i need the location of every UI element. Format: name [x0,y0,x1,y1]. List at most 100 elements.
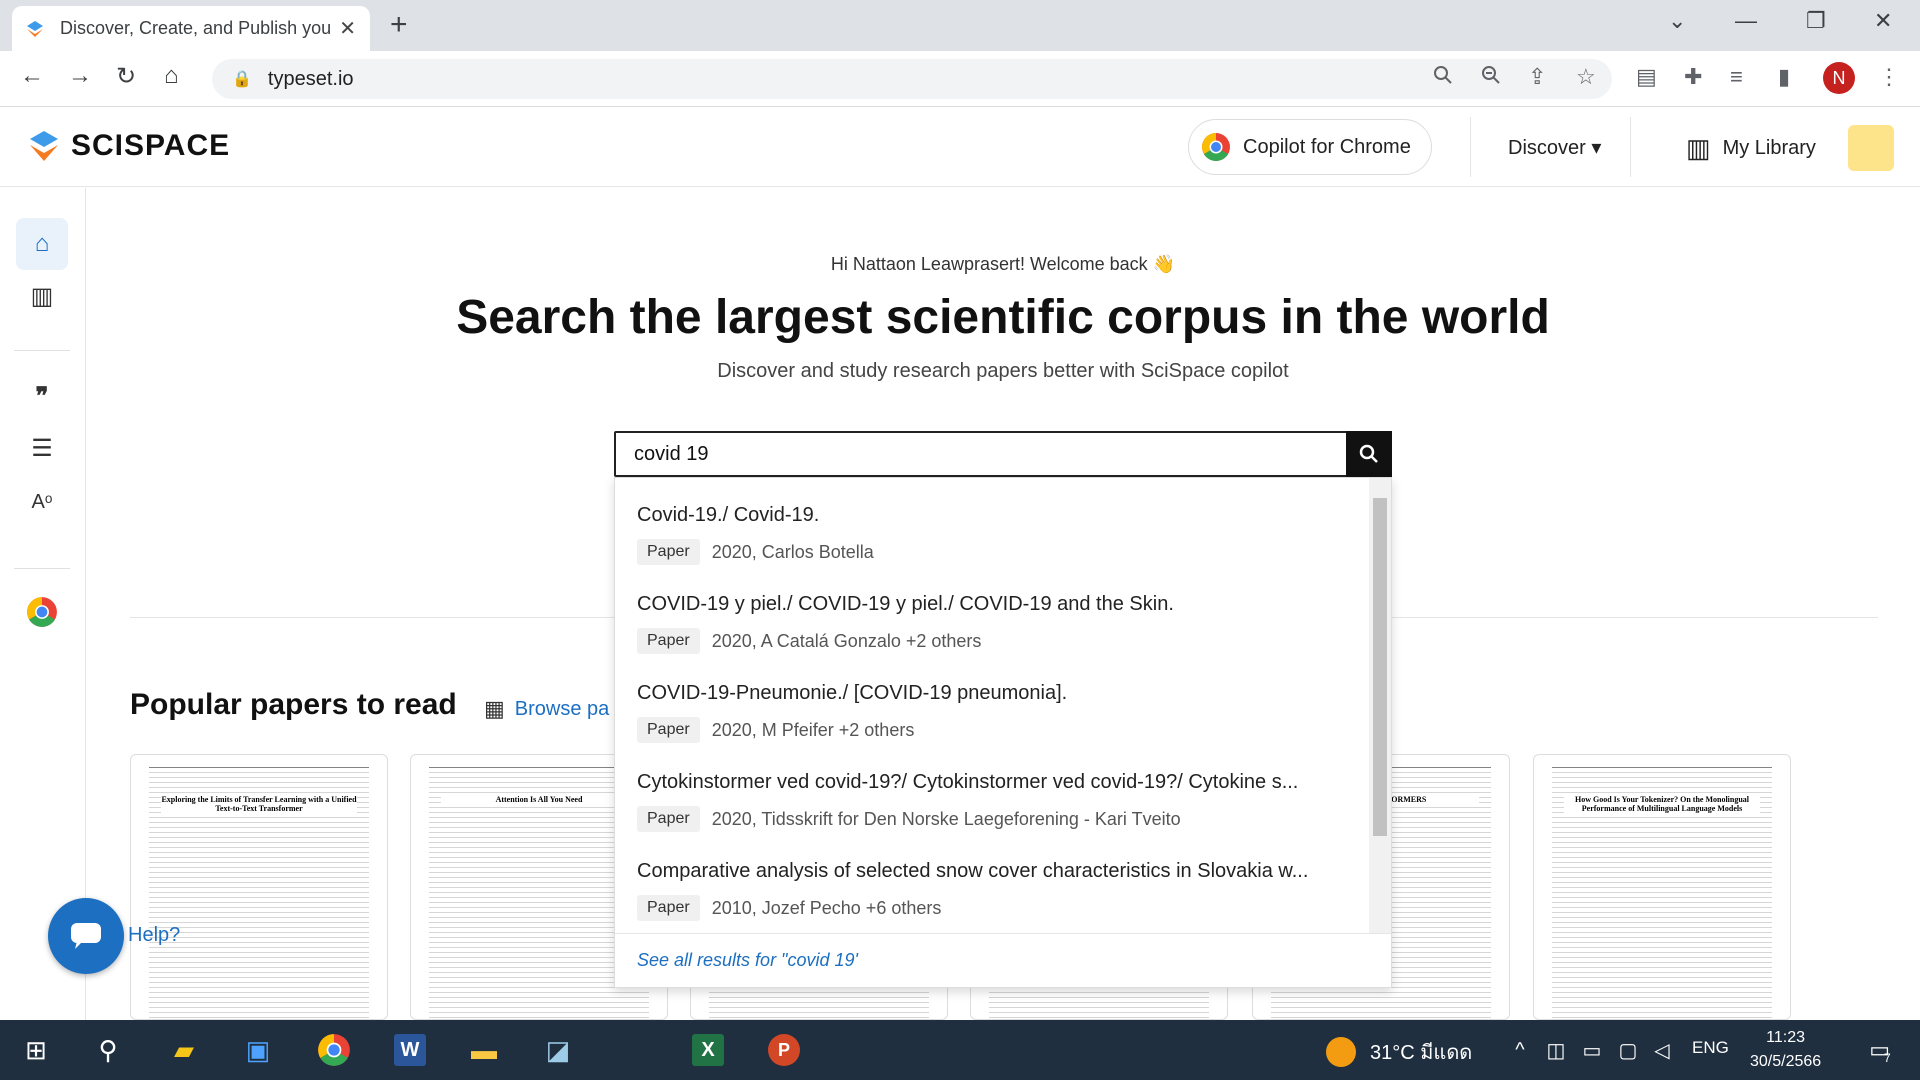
type-badge: Paper [637,806,700,832]
search-box [614,431,1392,477]
sidebar-divider [14,568,70,569]
suggestion-item[interactable]: Cytokinstormer ved covid-19?/ Cytokinsto… [637,771,1357,832]
profile-avatar[interactable]: N [1823,62,1855,94]
bookmark-star-icon[interactable]: ☆ [1576,64,1596,90]
popular-papers-heading: Popular papers to read [130,688,457,721]
suggestion-meta: 2010, Jozef Pecho +6 others [711,897,942,918]
address-bar[interactable]: 🔒 typeset.io [212,59,1612,99]
chat-bubble-icon [71,923,101,949]
suggestion-title: COVID-19-Pneumonie./ [COVID-19 pneumonia… [637,682,1068,704]
suggestion-meta: 2020, A Catalá Gonzalo +2 others [711,630,982,651]
file-explorer-icon[interactable]: ▬ [462,1028,506,1072]
header-divider [1470,117,1471,177]
browse-papers-link[interactable]: ▦ Browse pa [484,696,609,722]
welcome-message: Hi Nattaon Leawprasert! Welcome back 👋 [830,254,1176,274]
new-tab-icon[interactable]: + [390,8,408,42]
copilot-label: Copilot for Chrome [1243,135,1411,158]
my-library-label: My Library [1722,137,1816,159]
suggestion-item[interactable]: Comparative analysis of selected snow co… [637,860,1357,921]
suggestion-title: Cytokinstormer ved covid-19?/ Cytokinsto… [637,771,1299,793]
windows-start-icon[interactable]: ⊞ [14,1028,58,1072]
search-input[interactable] [616,433,1348,475]
clock-date: 30/5/2566 [1750,1053,1822,1070]
folder-icon[interactable] [1848,125,1894,171]
chrome-taskbar-icon[interactable] [312,1028,356,1072]
discover-dropdown[interactable]: Discover ▾ [1508,135,1601,160]
browser-tab-bar: Discover, Create, and Publish your ✕ + ⌄… [0,0,1920,51]
extensions-icon[interactable]: ✚ [1684,64,1702,90]
see-all-results-link[interactable]: See all results for "covid 19' [637,950,858,971]
app-icon[interactable]: ◪ [536,1028,580,1072]
suggestion-item[interactable]: Covid-19./ Covid-19. Paper 2020, Carlos B… [637,504,1357,565]
sidebar-divider [14,350,70,351]
suggestion-meta: 2020, M Pfeifer +2 others [711,719,915,740]
copilot-for-chrome-button[interactable]: Copilot for Chrome [1188,119,1432,175]
scispace-logo[interactable]: SCISPACE [27,129,230,163]
sun-icon [1326,1037,1356,1067]
search-icon[interactable]: ⚲ [86,1028,130,1072]
notification-count: 7 [1884,1051,1891,1065]
calendar-icon: ▦ [484,696,505,721]
language-indicator[interactable]: ENG [1692,1038,1729,1058]
sticky-notes-icon[interactable]: ▰ [162,1028,206,1072]
suggestion-item[interactable]: COVID-19 y piel./ COVID-19 y piel./ COVI… [637,593,1357,654]
dropdown-scrollbar[interactable] [1369,478,1391,933]
page-headline: Search the largest scientific corpus in … [456,291,1550,344]
close-tab-icon[interactable]: ✕ [339,16,356,41]
volume-icon[interactable]: ◁ [1640,1028,1684,1072]
close-window-icon[interactable]: ✕ [1874,8,1892,34]
scispace-logo-icon [30,131,58,161]
media-icon[interactable]: ≡ [1730,64,1743,90]
excel-icon[interactable]: X [686,1028,730,1072]
paper-card[interactable]: How Good Is Your Tokenizer? On the Monol… [1533,754,1791,1020]
menu-kebab-icon[interactable]: ⋮ [1878,64,1900,90]
suggestion-item[interactable]: COVID-19-Pneumonie./ [COVID-19 pneumonia… [637,682,1357,743]
type-badge: Paper [637,628,700,654]
tab-search-icon[interactable]: ⌄ [1668,8,1686,34]
minimize-icon[interactable]: — [1735,8,1757,34]
home-icon[interactable]: ⌂ [164,62,179,90]
share-icon[interactable]: ⇪ [1528,64,1546,90]
help-link[interactable]: Help? [128,924,180,947]
chrome-icon [318,1034,350,1066]
clock[interactable]: 11:23 30/5/2566 [1750,1026,1821,1074]
zoom-out-icon[interactable] [1480,64,1502,86]
dropdown-footer: See all results for "covid 19' [615,933,1391,988]
reader-icon[interactable]: ▤ [1636,64,1657,90]
outline-list-icon[interactable]: ☰ [16,422,68,474]
suggestion-title: Comparative analysis of selected snow co… [637,860,1309,882]
zoom-search-icon[interactable] [1432,64,1454,86]
app-icon[interactable]: ▣ [236,1028,280,1072]
powerpoint-icon[interactable]: P [762,1028,806,1072]
tab-title: Discover, Create, and Publish your [60,18,332,38]
chat-support-button[interactable] [48,898,124,974]
notifications-icon[interactable]: ▭ 7 [1858,1028,1902,1072]
paper-card[interactable]: Exploring the Limits of Transfer Learnin… [130,754,388,1020]
ai-detector-icon[interactable]: Aᵒ [16,476,68,528]
side-panel-icon[interactable]: ▮ [1778,64,1790,90]
weather-widget[interactable]: 31°C มีแดด [1326,1036,1472,1068]
suggestion-meta: 2020, Carlos Botella [711,541,874,562]
word-icon[interactable]: W [388,1028,432,1072]
lock-icon: 🔒 [232,71,252,88]
header-divider [1630,117,1631,177]
page-subheadline: Discover and study research papers bette… [717,360,1289,382]
reload-icon[interactable]: ↻ [116,62,136,91]
url-text: typeset.io [267,67,354,90]
paper-card-title: How Good Is Your Tokenizer? On the Monol… [1564,795,1760,813]
browser-tab[interactable]: Discover, Create, and Publish your ✕ [12,6,370,51]
chrome-extension-icon[interactable] [16,586,68,638]
my-library-button[interactable]: ▥ My Library [1686,133,1816,164]
forward-icon[interactable]: → [68,62,92,90]
chrome-icon [1202,133,1230,161]
restore-icon[interactable]: ❐ [1806,8,1826,34]
suggestion-title: Covid-19./ Covid-19. [637,504,820,526]
scispace-favicon-icon [27,20,43,37]
suggestion-title: COVID-19 y piel./ COVID-19 y piel./ COVI… [637,593,1174,615]
back-icon[interactable]: ← [20,62,44,90]
type-badge: Paper [637,895,700,921]
scrollbar-thumb[interactable] [1373,498,1387,836]
search-suggestions-dropdown: Covid-19./ Covid-19. Paper 2020, Carlos B… [614,477,1392,988]
search-button[interactable] [1346,431,1392,477]
chrome-icon [27,597,57,627]
